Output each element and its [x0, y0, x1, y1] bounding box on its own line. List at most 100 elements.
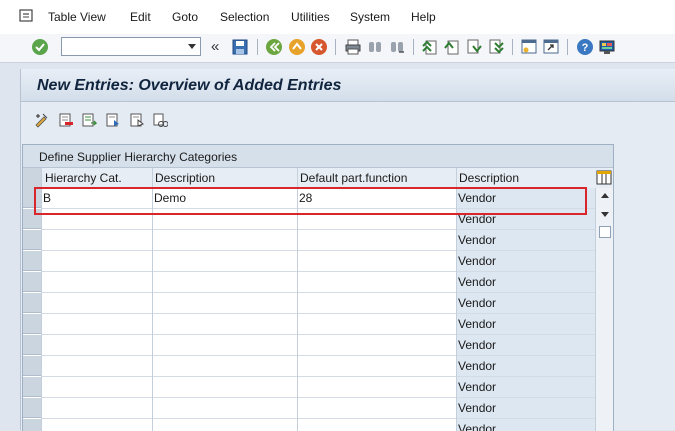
- toolbar-separator: [512, 39, 513, 55]
- menu-table-view[interactable]: Table View: [48, 10, 106, 24]
- column-header-description[interactable]: Description: [155, 171, 215, 185]
- default-part-function-cell[interactable]: [297, 272, 456, 293]
- exit-icon[interactable]: [288, 38, 306, 56]
- hierarchy-cat-cell[interactable]: [41, 314, 152, 335]
- menu-system[interactable]: System: [350, 10, 390, 24]
- default-part-function-cell[interactable]: [297, 419, 456, 431]
- row-selector[interactable]: [23, 314, 41, 334]
- change-display-icon[interactable]: [34, 112, 50, 128]
- select-all-column[interactable]: [23, 168, 41, 188]
- row-selector[interactable]: [23, 377, 41, 397]
- table-row: Vendor: [23, 314, 595, 335]
- back-chevron-icon[interactable]: «: [211, 38, 219, 55]
- hierarchy-cat-cell[interactable]: [41, 293, 152, 314]
- description-cell[interactable]: [152, 335, 297, 356]
- last-page-icon[interactable]: [487, 38, 505, 56]
- delete-row-icon[interactable]: [58, 112, 74, 128]
- default-part-function-cell[interactable]: [297, 251, 456, 272]
- command-field[interactable]: [61, 37, 201, 56]
- hierarchy-cat-cell[interactable]: [41, 377, 152, 398]
- select-block-icon[interactable]: [105, 112, 121, 128]
- description-cell[interactable]: [152, 230, 297, 251]
- deselect-all-icon[interactable]: [129, 112, 145, 128]
- menu-selection[interactable]: Selection: [220, 10, 269, 24]
- description-cell[interactable]: [152, 398, 297, 419]
- first-page-icon[interactable]: [421, 38, 439, 56]
- column-header-default-part-function[interactable]: Default part.function: [300, 171, 407, 185]
- toolbar-separator: [413, 39, 414, 55]
- system-menu-icon[interactable]: [19, 9, 35, 23]
- hierarchy-cat-cell[interactable]: [41, 230, 152, 251]
- svg-text:?: ?: [582, 42, 589, 54]
- menu-utilities[interactable]: Utilities: [291, 10, 330, 24]
- find-icon[interactable]: [366, 38, 384, 56]
- hierarchy-cat-cell[interactable]: [41, 419, 152, 431]
- description-2-cell: Vendor: [456, 335, 595, 356]
- save-icon[interactable]: [231, 38, 249, 56]
- default-part-function-cell[interactable]: [297, 314, 456, 335]
- cancel-icon[interactable]: [310, 38, 328, 56]
- create-session-icon[interactable]: [520, 38, 538, 56]
- menu-edit[interactable]: Edit: [130, 10, 151, 24]
- hierarchy-cat-cell[interactable]: [41, 251, 152, 272]
- chevron-down-icon[interactable]: [188, 44, 196, 49]
- table-row: Vendor: [23, 398, 595, 419]
- shortcut-icon[interactable]: [542, 38, 560, 56]
- table-row: Vendor: [23, 251, 595, 272]
- description-cell[interactable]: [152, 251, 297, 272]
- table-row: Vendor: [23, 335, 595, 356]
- description-cell[interactable]: [152, 377, 297, 398]
- row-selector[interactable]: [23, 293, 41, 313]
- description-cell[interactable]: [152, 293, 297, 314]
- description-cell[interactable]: [152, 419, 297, 431]
- table-settings-button[interactable]: [595, 168, 613, 188]
- row-selector[interactable]: [23, 251, 41, 271]
- select-all-icon[interactable]: [81, 112, 97, 128]
- default-part-function-cell[interactable]: [297, 293, 456, 314]
- description-cell[interactable]: [152, 272, 297, 293]
- column-header-description-2[interactable]: Description: [459, 171, 519, 185]
- row-selector[interactable]: [23, 419, 41, 431]
- description-2-cell: Vendor: [456, 398, 595, 419]
- default-part-function-cell[interactable]: [297, 356, 456, 377]
- copy-as-icon[interactable]: [152, 112, 168, 128]
- back-icon[interactable]: [265, 38, 283, 56]
- row-selector[interactable]: [23, 230, 41, 250]
- description-cell[interactable]: [152, 356, 297, 377]
- row-selector[interactable]: [23, 335, 41, 355]
- table-row: Vendor: [23, 293, 595, 314]
- toolbar-separator: [567, 39, 568, 55]
- table-settings-icon: [596, 170, 612, 185]
- description-cell[interactable]: [152, 314, 297, 335]
- scroll-thumb[interactable]: [599, 226, 611, 238]
- default-part-function-cell[interactable]: [297, 377, 456, 398]
- hierarchy-cat-cell[interactable]: [41, 272, 152, 293]
- column-header-hierarchy-cat[interactable]: Hierarchy Cat.: [45, 171, 122, 185]
- description-2-cell: Vendor: [456, 230, 595, 251]
- previous-page-icon[interactable]: [443, 38, 461, 56]
- default-part-function-cell[interactable]: [297, 230, 456, 251]
- next-page-icon[interactable]: [465, 38, 483, 56]
- hierarchy-cat-cell[interactable]: [41, 398, 152, 419]
- highlight-box: [34, 187, 587, 215]
- table-header: Hierarchy Cat. Description Default part.…: [23, 168, 613, 189]
- row-selector[interactable]: [23, 398, 41, 418]
- default-part-function-cell[interactable]: [297, 335, 456, 356]
- enter-icon[interactable]: [31, 38, 49, 56]
- find-next-icon[interactable]: [388, 38, 406, 56]
- hierarchy-cat-cell[interactable]: [41, 356, 152, 377]
- row-selector[interactable]: [23, 272, 41, 292]
- scroll-down-icon[interactable]: [601, 212, 609, 217]
- print-icon[interactable]: [344, 38, 362, 56]
- customize-layout-icon[interactable]: [598, 38, 616, 56]
- scroll-up-icon[interactable]: [601, 193, 609, 198]
- vertical-scrollbar[interactable]: [595, 188, 613, 431]
- menu-help[interactable]: Help: [411, 10, 436, 24]
- description-2-cell: Vendor: [456, 293, 595, 314]
- row-selector[interactable]: [23, 356, 41, 376]
- default-part-function-cell[interactable]: [297, 398, 456, 419]
- hierarchy-cat-cell[interactable]: [41, 335, 152, 356]
- description-2-cell: Vendor: [456, 377, 595, 398]
- help-icon[interactable]: ?: [576, 38, 594, 56]
- menu-goto[interactable]: Goto: [172, 10, 198, 24]
